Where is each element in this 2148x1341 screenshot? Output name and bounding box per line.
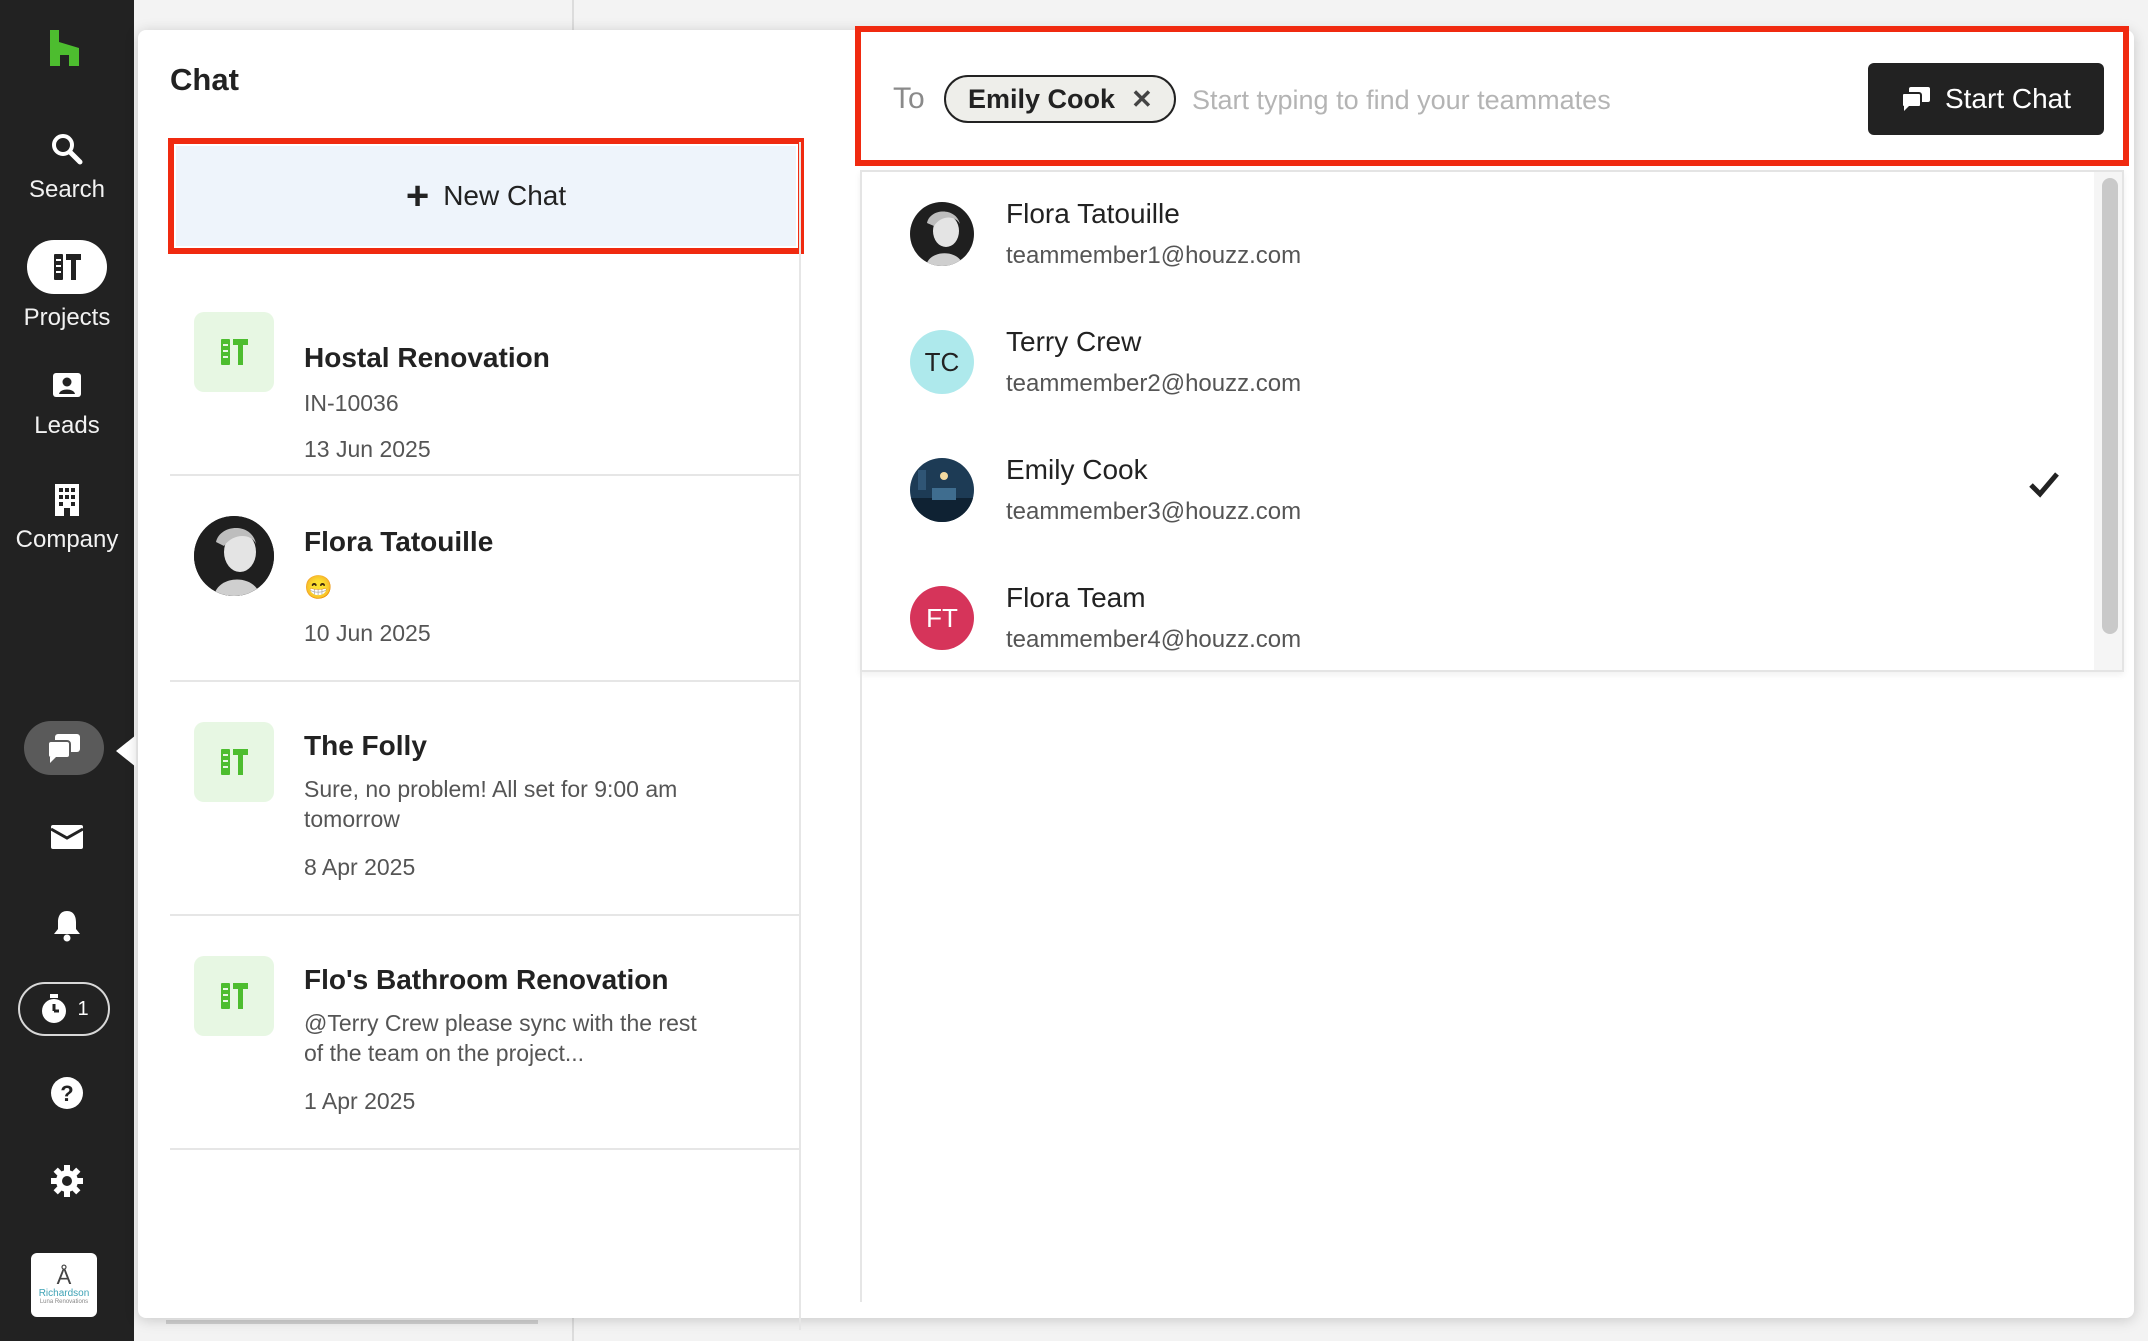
nav-projects-label: Projects [23, 304, 111, 331]
active-nav-indicator [116, 735, 136, 767]
recipient-chip-label: Emily Cook [968, 83, 1116, 114]
project-tools-icon [221, 339, 248, 365]
new-chat-button[interactable]: + New Chat [176, 146, 796, 246]
project-thumbnail [194, 312, 274, 392]
new-chat-label: New Chat [443, 180, 567, 211]
teammate-option[interactable]: TC Terry Crew teammember2@houzz.com [862, 286, 2096, 414]
company-logo-subtitle: Luna Renovations [39, 1298, 89, 1305]
company-logo-mark-icon: Å [56, 1263, 72, 1289]
nav-notifications[interactable] [42, 900, 92, 950]
chat-icon [47, 734, 80, 763]
svg-text:?: ? [60, 1081, 73, 1106]
person-photo-icon [910, 202, 974, 266]
nav-help[interactable]: ? [42, 1068, 92, 1118]
project-tools-icon [221, 983, 248, 1009]
checkmark-icon [2029, 472, 2059, 498]
recipient-chip[interactable]: Emily Cook ✕ [944, 75, 1176, 123]
nav-company[interactable]: Company [0, 482, 134, 554]
teammate-name: Flora Team [1006, 582, 1146, 613]
stopwatch-icon [42, 994, 67, 1023]
project-tools-icon [221, 749, 248, 775]
conversation-item[interactable]: Flora Tatouille 😁 10 Jun 2025 [170, 476, 800, 682]
teammate-option-selected[interactable]: Emily Cook teammember3@houzz.com [862, 414, 2096, 542]
teammate-email: teammember3@houzz.com [1006, 498, 1302, 525]
inbox-icon [50, 825, 84, 849]
conversation-date: 13 Jun 2025 [304, 436, 431, 462]
company-icon [55, 484, 79, 516]
nav-company-label: Company [15, 526, 119, 553]
avatar-initials: FT [910, 586, 974, 650]
conversation-name: Hostal Renovation [304, 342, 550, 373]
nav-inbox[interactable] [42, 812, 92, 862]
teammate-option[interactable]: FT Flora Team teammember4@houzz.com [862, 542, 2096, 670]
chat-panel-title: Chat [170, 62, 239, 97]
bell-icon [54, 911, 80, 942]
conversation-preview: 😁 [304, 574, 333, 600]
nav-projects-pill [27, 240, 107, 294]
dropdown-scrollbar-thumb[interactable] [2102, 178, 2118, 634]
teammate-name: Flora Tatouille [1006, 198, 1180, 229]
search-icon [52, 134, 83, 165]
conversation-date: 1 Apr 2025 [304, 1088, 416, 1114]
teammate-name: Emily Cook [1006, 454, 1148, 485]
to-label: To [893, 82, 925, 115]
timer-count: 1 [77, 997, 89, 1020]
conversation-name: The Folly [304, 730, 427, 761]
company-logo-name: Richardson [38, 1287, 90, 1299]
company-account-logo[interactable]: Å Richardson Luna Renovations [31, 1253, 97, 1317]
projects-icon [54, 254, 81, 280]
remove-recipient-close-icon[interactable]: ✕ [1131, 84, 1153, 115]
teammate-email: teammember2@houzz.com [1006, 370, 1302, 397]
nav-leads[interactable]: Leads [0, 368, 134, 440]
conversation-name: Flo's Bathroom Renovation [304, 964, 669, 995]
nav-search[interactable]: Search [0, 132, 134, 204]
conversation-preview: @Terry Crew please sync with the rest of… [304, 1010, 697, 1066]
teammate-name: Terry Crew [1006, 326, 1142, 357]
nav-timer[interactable]: 1 [18, 982, 110, 1036]
interior-photo-icon [910, 458, 974, 522]
leads-icon [53, 373, 81, 397]
conversation-date: 10 Jun 2025 [304, 620, 431, 646]
conversation-item[interactable]: Flo's Bathroom Renovation @Terry Crew pl… [170, 916, 800, 1150]
help-icon: ? [51, 1077, 83, 1109]
dropdown-scrollbar[interactable] [2094, 172, 2122, 670]
nav-settings[interactable] [42, 1156, 92, 1206]
nav-projects[interactable]: Projects [0, 240, 134, 332]
teammate-email: teammember1@houzz.com [1006, 242, 1302, 269]
start-chat-label: Start Chat [1944, 83, 2072, 114]
avatar-initials: TC [910, 330, 974, 394]
start-chat-button[interactable]: Start Chat [1868, 63, 2104, 135]
chat-icon [1900, 87, 1930, 111]
avatar [910, 202, 974, 266]
teammate-email: teammember4@houzz.com [1006, 626, 1302, 653]
houzz-logo-icon[interactable] [42, 28, 90, 68]
conversation-date: 8 Apr 2025 [304, 854, 416, 880]
nav-search-label: Search [28, 176, 106, 203]
avatar [910, 458, 974, 522]
project-thumbnail [194, 956, 274, 1036]
plus-icon: + [405, 174, 430, 218]
gear-icon [51, 1165, 83, 1197]
nav-chat[interactable] [24, 721, 104, 775]
background-scrollbar [166, 1320, 538, 1324]
conversation-name: Flora Tatouille [304, 526, 494, 557]
conversation-preview: Sure, no problem! All set for 9:00 am to… [304, 776, 678, 832]
teammate-dropdown: Flora Tatouille teammember1@houzz.com TC… [860, 170, 2124, 672]
teammate-option[interactable]: Flora Tatouille teammember1@houzz.com [862, 172, 2096, 286]
conversation-preview: IN-10036 [304, 390, 399, 416]
nav-leads-label: Leads [34, 412, 100, 439]
app-sidebar: Search Projects Leads Company 1 ? Å Rich… [0, 0, 136, 1341]
project-thumbnail [194, 722, 274, 802]
person-photo-icon [194, 516, 274, 596]
teammate-search-input[interactable] [1192, 78, 1832, 122]
column-divider [860, 672, 862, 1302]
conversation-item[interactable]: Hostal Renovation IN-10036 13 Jun 2025 [170, 256, 800, 476]
conversation-item[interactable]: The Folly Sure, no problem! All set for … [170, 682, 800, 916]
avatar [194, 516, 274, 596]
